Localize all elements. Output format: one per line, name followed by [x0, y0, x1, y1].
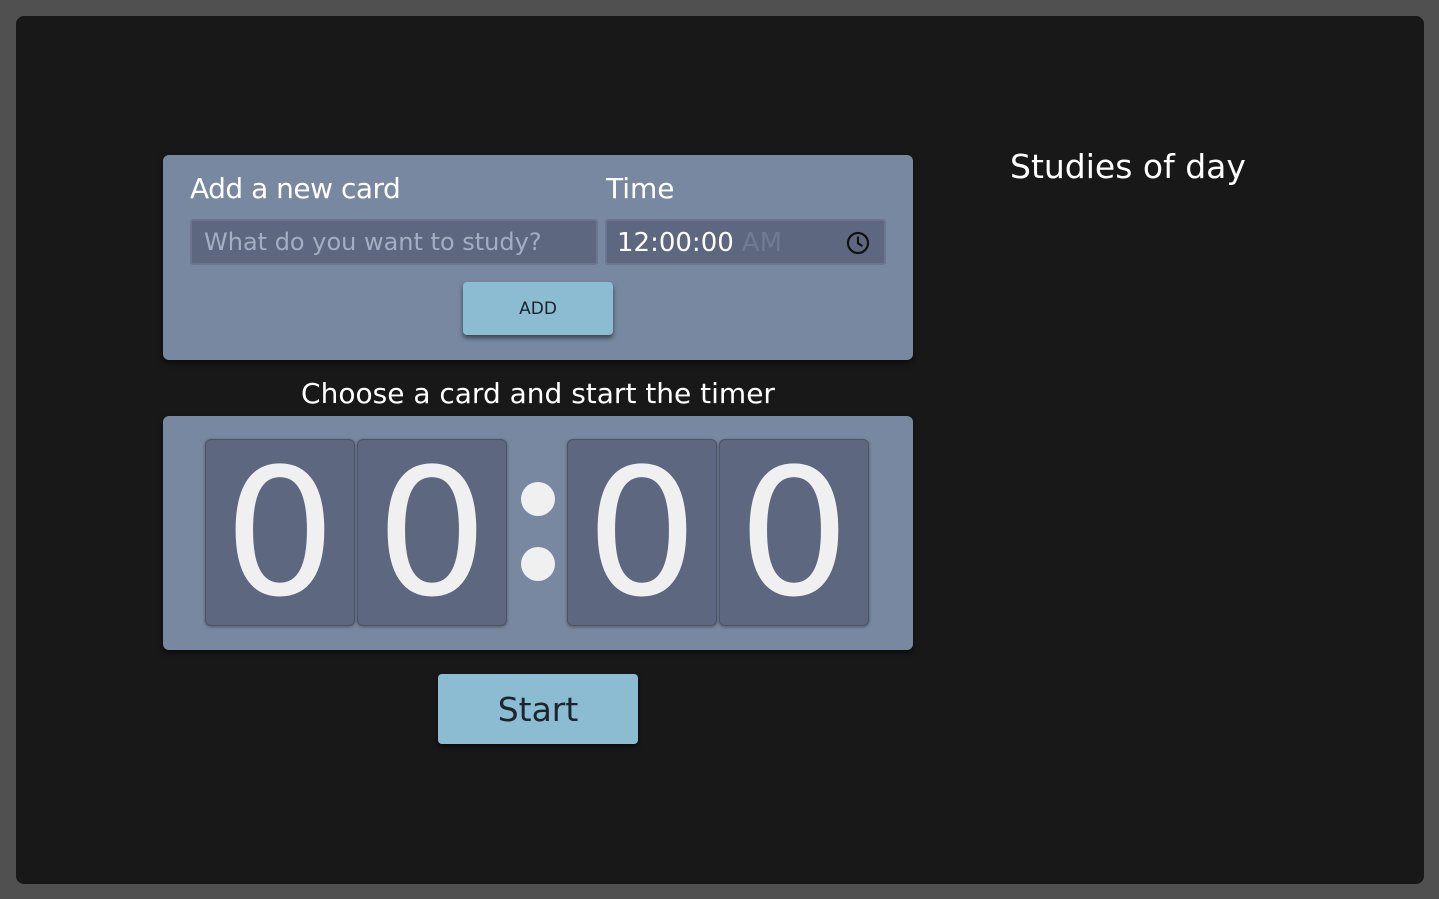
seconds-ones-digit: 0 [719, 439, 869, 626]
seconds-tens-digit: 0 [567, 439, 717, 626]
colon-separator-bottom [521, 547, 555, 581]
time-ampm: AM [741, 228, 782, 258]
seconds-ones-value: 0 [738, 439, 850, 626]
add-card-panel: Add a new card Time 12:00:00AM ADD [163, 155, 913, 360]
time-value: 12:00:00 [617, 228, 734, 258]
add-card-label: Add a new card [190, 172, 401, 205]
time-label: Time [606, 172, 675, 205]
seconds-tens-value: 0 [586, 439, 698, 626]
minutes-tens-digit: 0 [205, 439, 355, 626]
add-card-button[interactable]: ADD [463, 282, 613, 335]
study-topic-input[interactable] [190, 219, 598, 265]
app-window: Add a new card Time 12:00:00AM ADD Choos… [16, 16, 1424, 884]
clock-icon[interactable] [846, 231, 870, 255]
time-field[interactable]: 12:00:00 AM [617, 227, 782, 259]
studies-of-day-title: Studies of day [1010, 147, 1246, 186]
minutes-tens-value: 0 [224, 439, 336, 626]
timer-display: 0 0 0 0 [163, 416, 913, 650]
minutes-ones-digit: 0 [357, 439, 507, 626]
timer-instruction: Choose a card and start the timer [301, 377, 775, 410]
minutes-ones-value: 0 [376, 439, 488, 626]
start-timer-button[interactable]: Start [438, 674, 638, 744]
colon-separator-top [521, 482, 555, 516]
time-input[interactable]: 12:00:00 AM [605, 219, 886, 265]
